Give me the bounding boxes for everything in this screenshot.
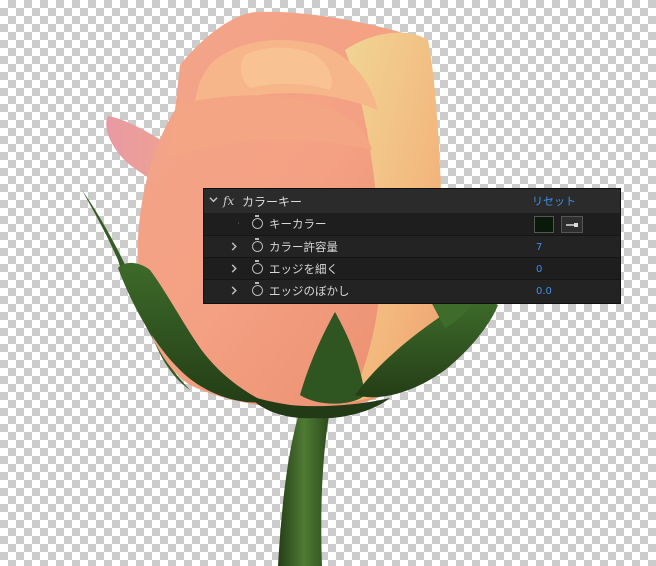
property-label: エッジを細く <box>269 262 338 276</box>
chevron-right-icon[interactable] <box>230 286 238 298</box>
property-value[interactable]: 0 <box>536 264 542 275</box>
property-row-edge-feather: エッジのぼかし 0.0 <box>204 279 620 302</box>
property-value[interactable]: 0.0 <box>536 286 552 297</box>
property-row-edge-thin: エッジを細く 0 <box>204 257 620 280</box>
effect-name: カラーキー <box>242 194 303 209</box>
key-color-swatch[interactable] <box>534 216 554 233</box>
chevron-right-icon[interactable] <box>230 242 238 254</box>
chevron-right-icon[interactable] <box>230 264 238 276</box>
stopwatch-icon[interactable] <box>252 282 263 296</box>
property-row-key-color: · キーカラー <box>204 213 620 235</box>
stopwatch-icon[interactable] <box>252 238 263 252</box>
effect-header-row[interactable]: fx カラーキー リセット <box>204 189 620 214</box>
chevron-down-icon[interactable] <box>209 195 218 207</box>
property-label: カラー許容量 <box>269 240 338 254</box>
bullet-icon: · <box>237 219 240 229</box>
property-label: エッジのぼかし <box>269 284 350 298</box>
color-key-effect-panel: fx カラーキー リセット · キーカラー カラー許容量 7 エッジを細く 0 … <box>203 188 621 304</box>
stopwatch-icon[interactable] <box>252 260 263 274</box>
property-label: キーカラー <box>269 217 327 231</box>
property-value[interactable]: 7 <box>536 242 542 253</box>
fx-icon[interactable]: fx <box>223 194 234 208</box>
stopwatch-icon[interactable] <box>252 215 263 229</box>
property-row-color-tolerance: カラー許容量 7 <box>204 235 620 258</box>
reset-link[interactable]: リセット <box>532 193 576 209</box>
eyedropper-icon[interactable] <box>561 216 583 233</box>
